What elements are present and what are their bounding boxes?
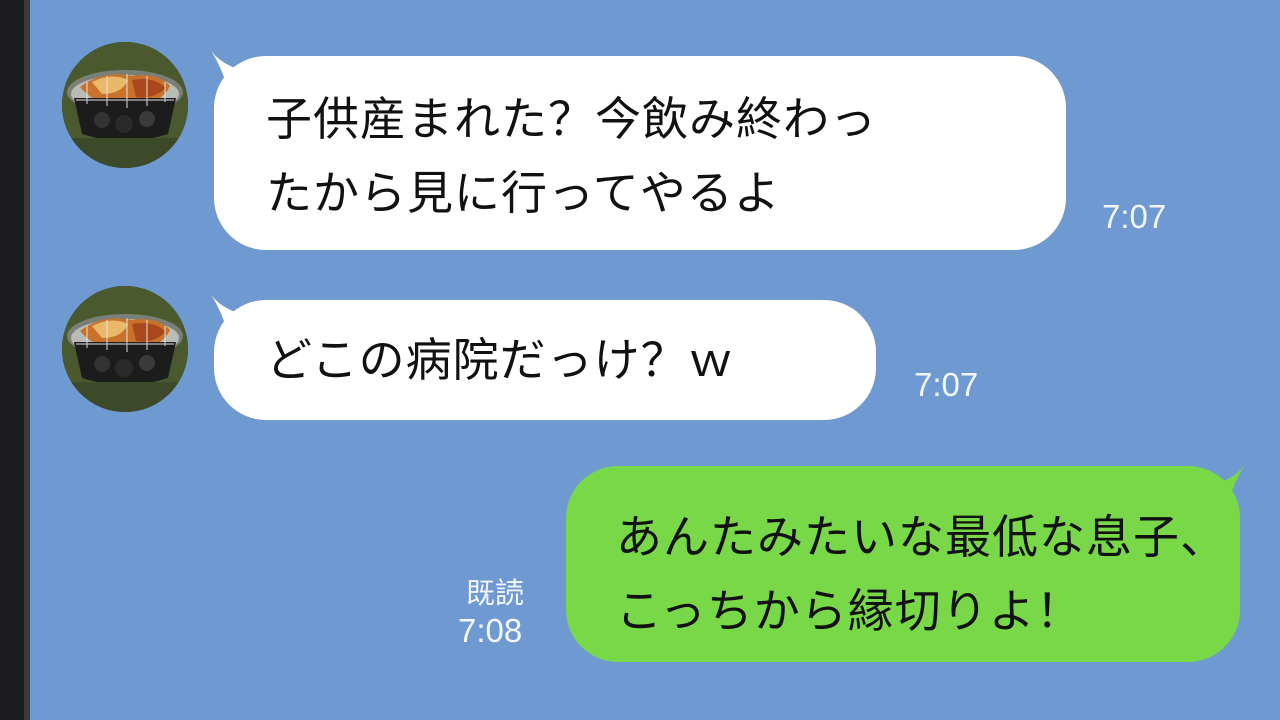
incoming-message-bubble[interactable]: どこの病院だっけ？ｗ bbox=[214, 300, 876, 420]
incoming-message-bubble[interactable]: 子供産まれた？今飲み終わっ たから見に行ってやるよ bbox=[214, 56, 1066, 250]
device-frame-edge bbox=[0, 0, 30, 720]
grilled-meat-avatar-icon bbox=[62, 42, 188, 168]
chat-view[interactable]: 子供産まれた？今飲み終わっ たから見に行ってやるよ 7:07 どこの病院だっけ？… bbox=[30, 0, 1280, 720]
message-line: 子供産まれた？今飲み終わっ bbox=[266, 92, 877, 146]
read-receipt: 既読 bbox=[466, 576, 525, 610]
message-line: あんたみたいな最低な息子、 bbox=[616, 510, 1227, 564]
message-timestamp: 7:07 bbox=[1102, 198, 1167, 235]
outgoing-message-bubble[interactable]: あんたみたいな最低な息子、 こっちから縁切りよ！ bbox=[566, 466, 1240, 662]
message-timestamp: 7:07 bbox=[914, 366, 979, 403]
sender-avatar[interactable] bbox=[62, 286, 188, 412]
sender-avatar[interactable] bbox=[62, 42, 188, 168]
message-line: どこの病院だっけ？ｗ bbox=[266, 333, 735, 387]
message-line: こっちから縁切りよ！ bbox=[616, 584, 1083, 638]
message-line: たから見に行ってやるよ bbox=[266, 166, 781, 220]
grilled-meat-avatar-icon bbox=[62, 286, 188, 412]
message-timestamp: 7:08 bbox=[458, 612, 523, 649]
